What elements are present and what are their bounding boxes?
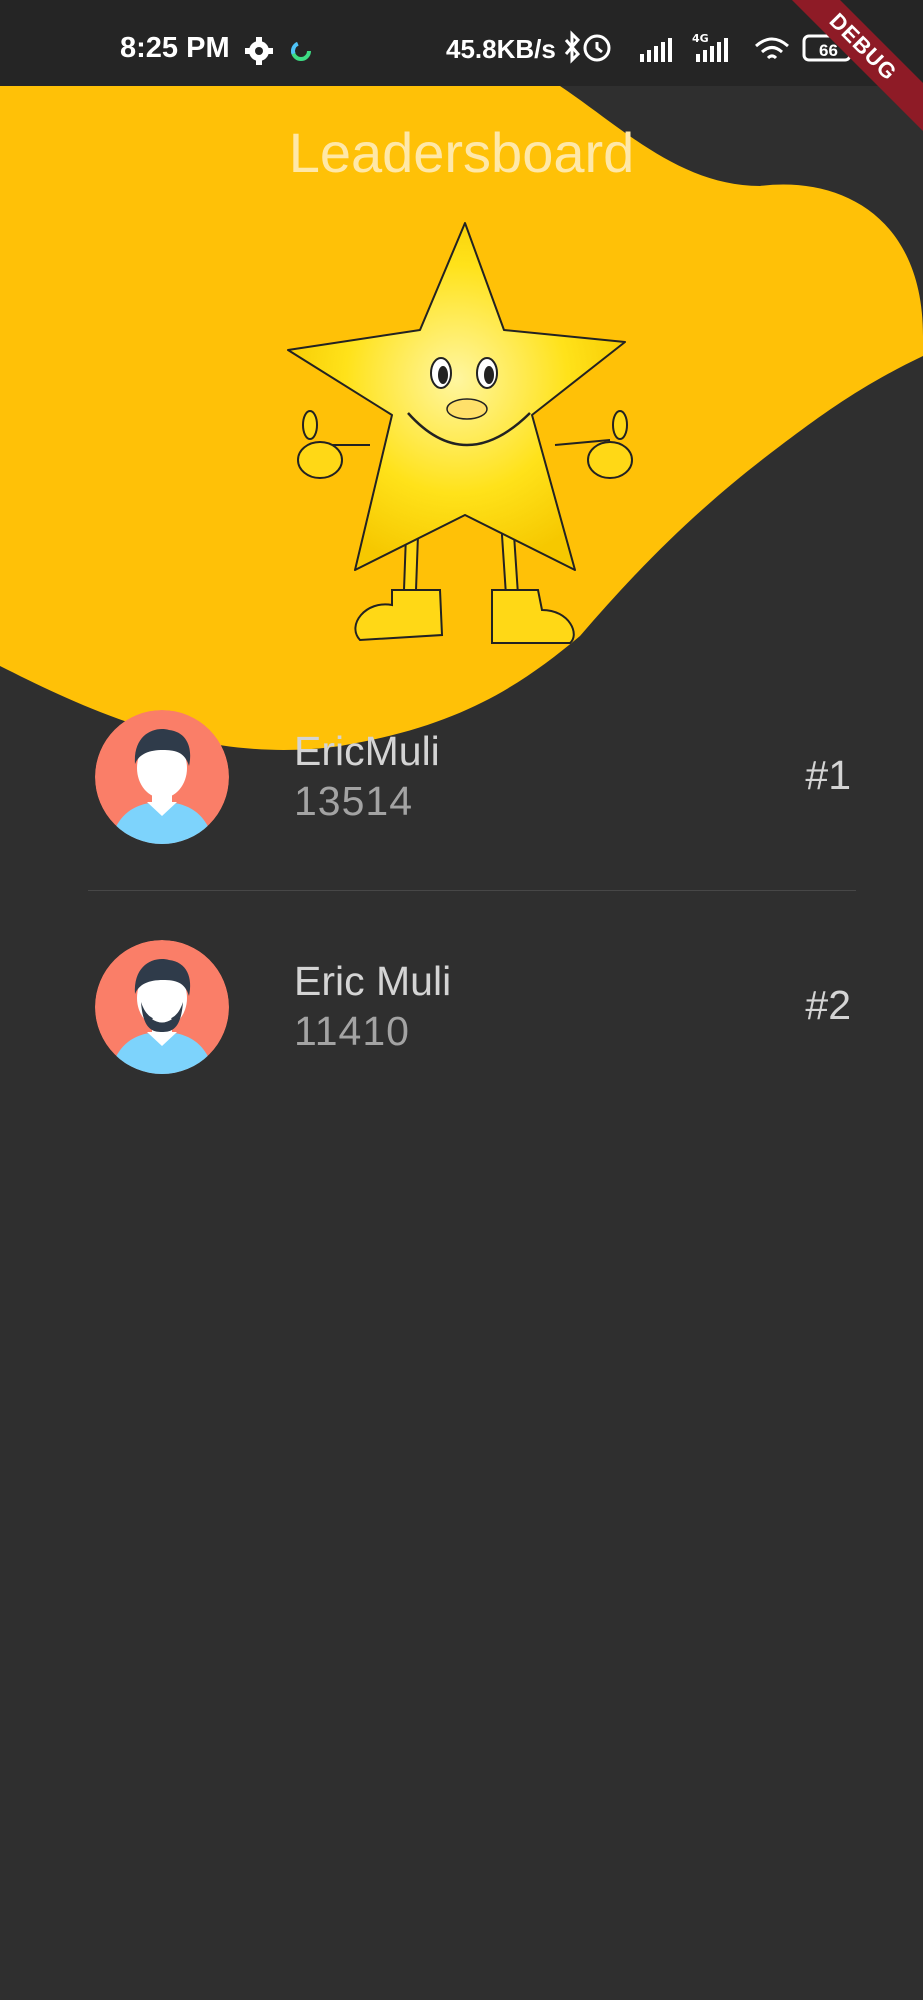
status-time: 8:25 PM [120, 32, 230, 64]
status-left-icons [244, 36, 314, 71]
alarm-icon [583, 34, 611, 62]
bluetooth-icon [564, 30, 581, 64]
leader-rank: #2 [805, 982, 851, 1028]
leaderboard-row[interactable]: EricMuli 13514 #1 [0, 700, 923, 891]
network-speed: 45.8KB/s [446, 34, 556, 64]
svg-text:4G: 4G [692, 32, 709, 45]
avatar [95, 710, 229, 844]
signal-4g-icon: 4G [692, 32, 728, 62]
leader-score: 11410 [294, 1008, 410, 1054]
leader-name: EricMuli [294, 728, 440, 774]
avatar [95, 940, 229, 1074]
status-bar: 8:25 PM 45.8KB/s 4G 66 [0, 0, 923, 86]
leader-rank: #1 [805, 752, 851, 798]
leader-score: 13514 [294, 778, 414, 824]
leader-name: Eric Muli [294, 958, 452, 1004]
signal-icon [640, 38, 672, 62]
leaderboard-row[interactable]: Eric Muli 11410 #2 [0, 930, 923, 1074]
gear-icon [245, 37, 273, 65]
page-title: Leadersboard [288, 121, 635, 184]
star-mascot-icon [287, 222, 633, 644]
wifi-icon [755, 37, 789, 60]
row-divider [88, 890, 856, 891]
activity-ring-icon [291, 41, 311, 61]
status-right-icons: 4G 66 [560, 30, 860, 71]
